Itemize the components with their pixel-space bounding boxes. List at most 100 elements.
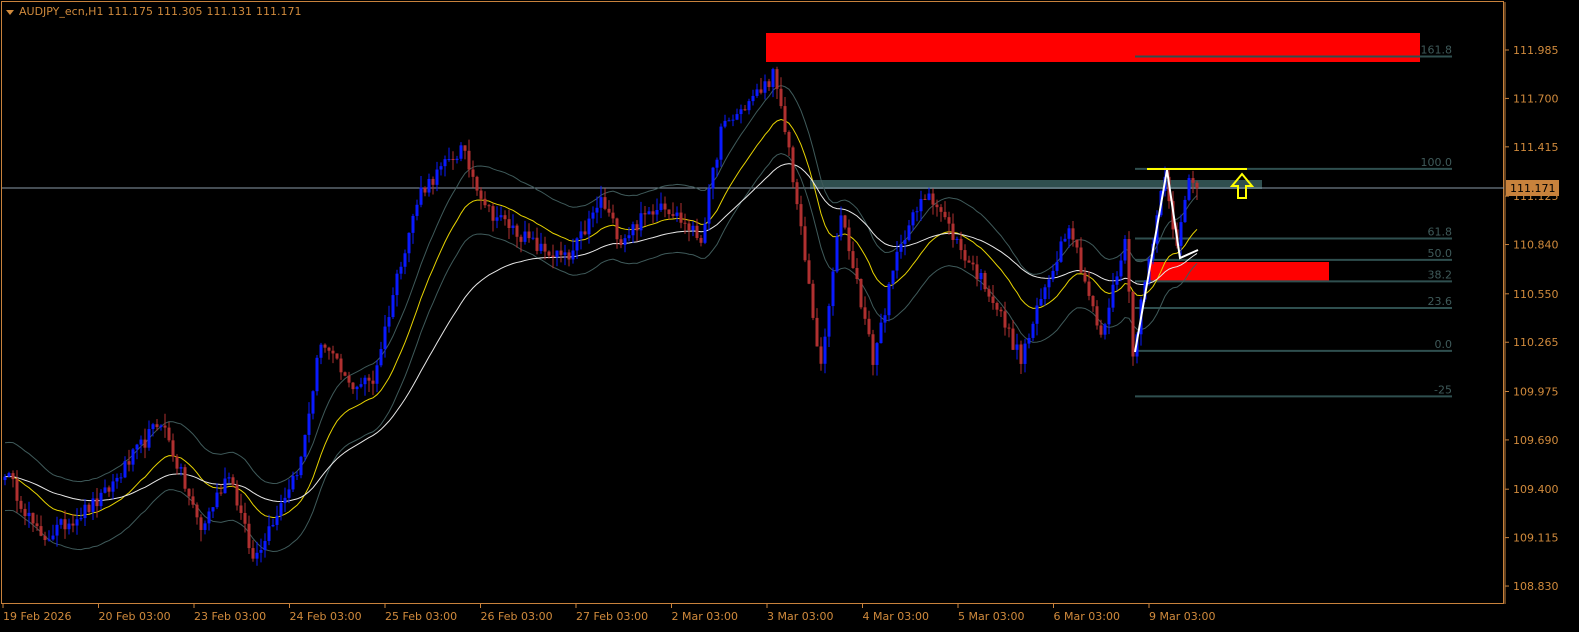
support-zone[interactable] (1150, 262, 1329, 281)
candle (31, 512, 35, 532)
candle (687, 219, 691, 242)
price-label: 110.265 (1513, 336, 1559, 349)
candle (395, 269, 399, 307)
candle (643, 205, 647, 226)
candle (583, 220, 587, 236)
candle (79, 507, 83, 522)
candle (999, 307, 1003, 317)
time-label: 9 Mar 03:00 (1149, 610, 1215, 623)
price-label: 110.840 (1513, 239, 1559, 252)
candle (1083, 267, 1087, 284)
candle (343, 371, 347, 377)
price-label: 108.830 (1513, 580, 1559, 593)
candle (751, 89, 755, 106)
candle (271, 518, 275, 528)
fib-level-label: 38.2 (1428, 268, 1453, 281)
candle (499, 206, 503, 221)
candle (1131, 291, 1135, 366)
candle (95, 488, 99, 518)
candle (679, 203, 683, 229)
candle (871, 329, 875, 376)
candle (87, 502, 91, 514)
candle (75, 508, 79, 535)
candle (779, 77, 783, 109)
candle (359, 377, 363, 389)
candle (427, 173, 431, 197)
candle (987, 285, 991, 303)
candle (963, 244, 967, 269)
candle (655, 198, 659, 222)
candle (243, 502, 247, 533)
candle (1187, 174, 1191, 202)
candle (819, 337, 823, 371)
candle (191, 488, 195, 509)
time-label: 4 Mar 03:00 (863, 610, 929, 623)
candle (99, 489, 103, 510)
candle (851, 241, 855, 269)
candle (587, 210, 591, 244)
candle (1059, 236, 1063, 263)
candle (387, 305, 391, 333)
candle (1035, 297, 1039, 336)
candle (7, 471, 11, 478)
candle (787, 130, 791, 156)
candle (307, 402, 311, 443)
candle (1115, 271, 1119, 291)
candle (111, 473, 115, 500)
candle (107, 485, 111, 497)
candle (595, 196, 599, 224)
price-label: 111.985 (1513, 44, 1559, 57)
candle (63, 510, 67, 539)
candle (263, 533, 267, 558)
candle (1019, 340, 1023, 375)
price-label: 110.550 (1513, 288, 1559, 301)
candle (603, 188, 607, 211)
candle (59, 518, 63, 529)
time-label: 23 Feb 03:00 (194, 610, 266, 623)
candle (199, 514, 203, 542)
candle (991, 285, 995, 310)
candle (315, 354, 319, 396)
candle (67, 518, 71, 535)
candle (19, 495, 23, 513)
candle (511, 214, 515, 235)
resistance-zone[interactable] (766, 33, 1420, 62)
candle (239, 493, 243, 520)
candle (303, 434, 307, 462)
candle (339, 353, 343, 380)
candle (723, 114, 727, 129)
candle (1099, 319, 1103, 338)
candle (419, 176, 423, 208)
candle (203, 520, 207, 535)
candle (559, 241, 563, 263)
candle (251, 540, 255, 562)
candle (355, 385, 359, 400)
candle (755, 83, 759, 98)
candle (927, 187, 931, 201)
candle (891, 270, 895, 290)
candle (119, 473, 123, 483)
price-chart[interactable]: 161.8 100.0 61.8 50.0 38.2 23.6 0.0 -25 111.985… (0, 0, 1579, 632)
candle (555, 250, 559, 267)
candle (875, 341, 879, 376)
candle (439, 162, 443, 176)
time-label: 6 Mar 03:00 (1054, 610, 1120, 623)
candle (867, 310, 871, 337)
candle (1011, 320, 1015, 350)
candle (211, 506, 215, 519)
candle (71, 514, 75, 533)
candle (539, 232, 543, 254)
candle (131, 448, 135, 472)
candle (1123, 235, 1127, 264)
candle (231, 474, 235, 488)
candle (1191, 170, 1195, 194)
fibonacci-retracement[interactable]: 161.8 100.0 61.8 50.0 38.2 23.6 0.0 -25 (1135, 43, 1453, 398)
candle (887, 282, 891, 322)
candle (491, 203, 495, 232)
candle (635, 220, 639, 242)
candle (1119, 253, 1123, 282)
candle (367, 374, 371, 393)
candle (375, 359, 379, 393)
candle (487, 204, 491, 213)
candle (331, 345, 335, 364)
